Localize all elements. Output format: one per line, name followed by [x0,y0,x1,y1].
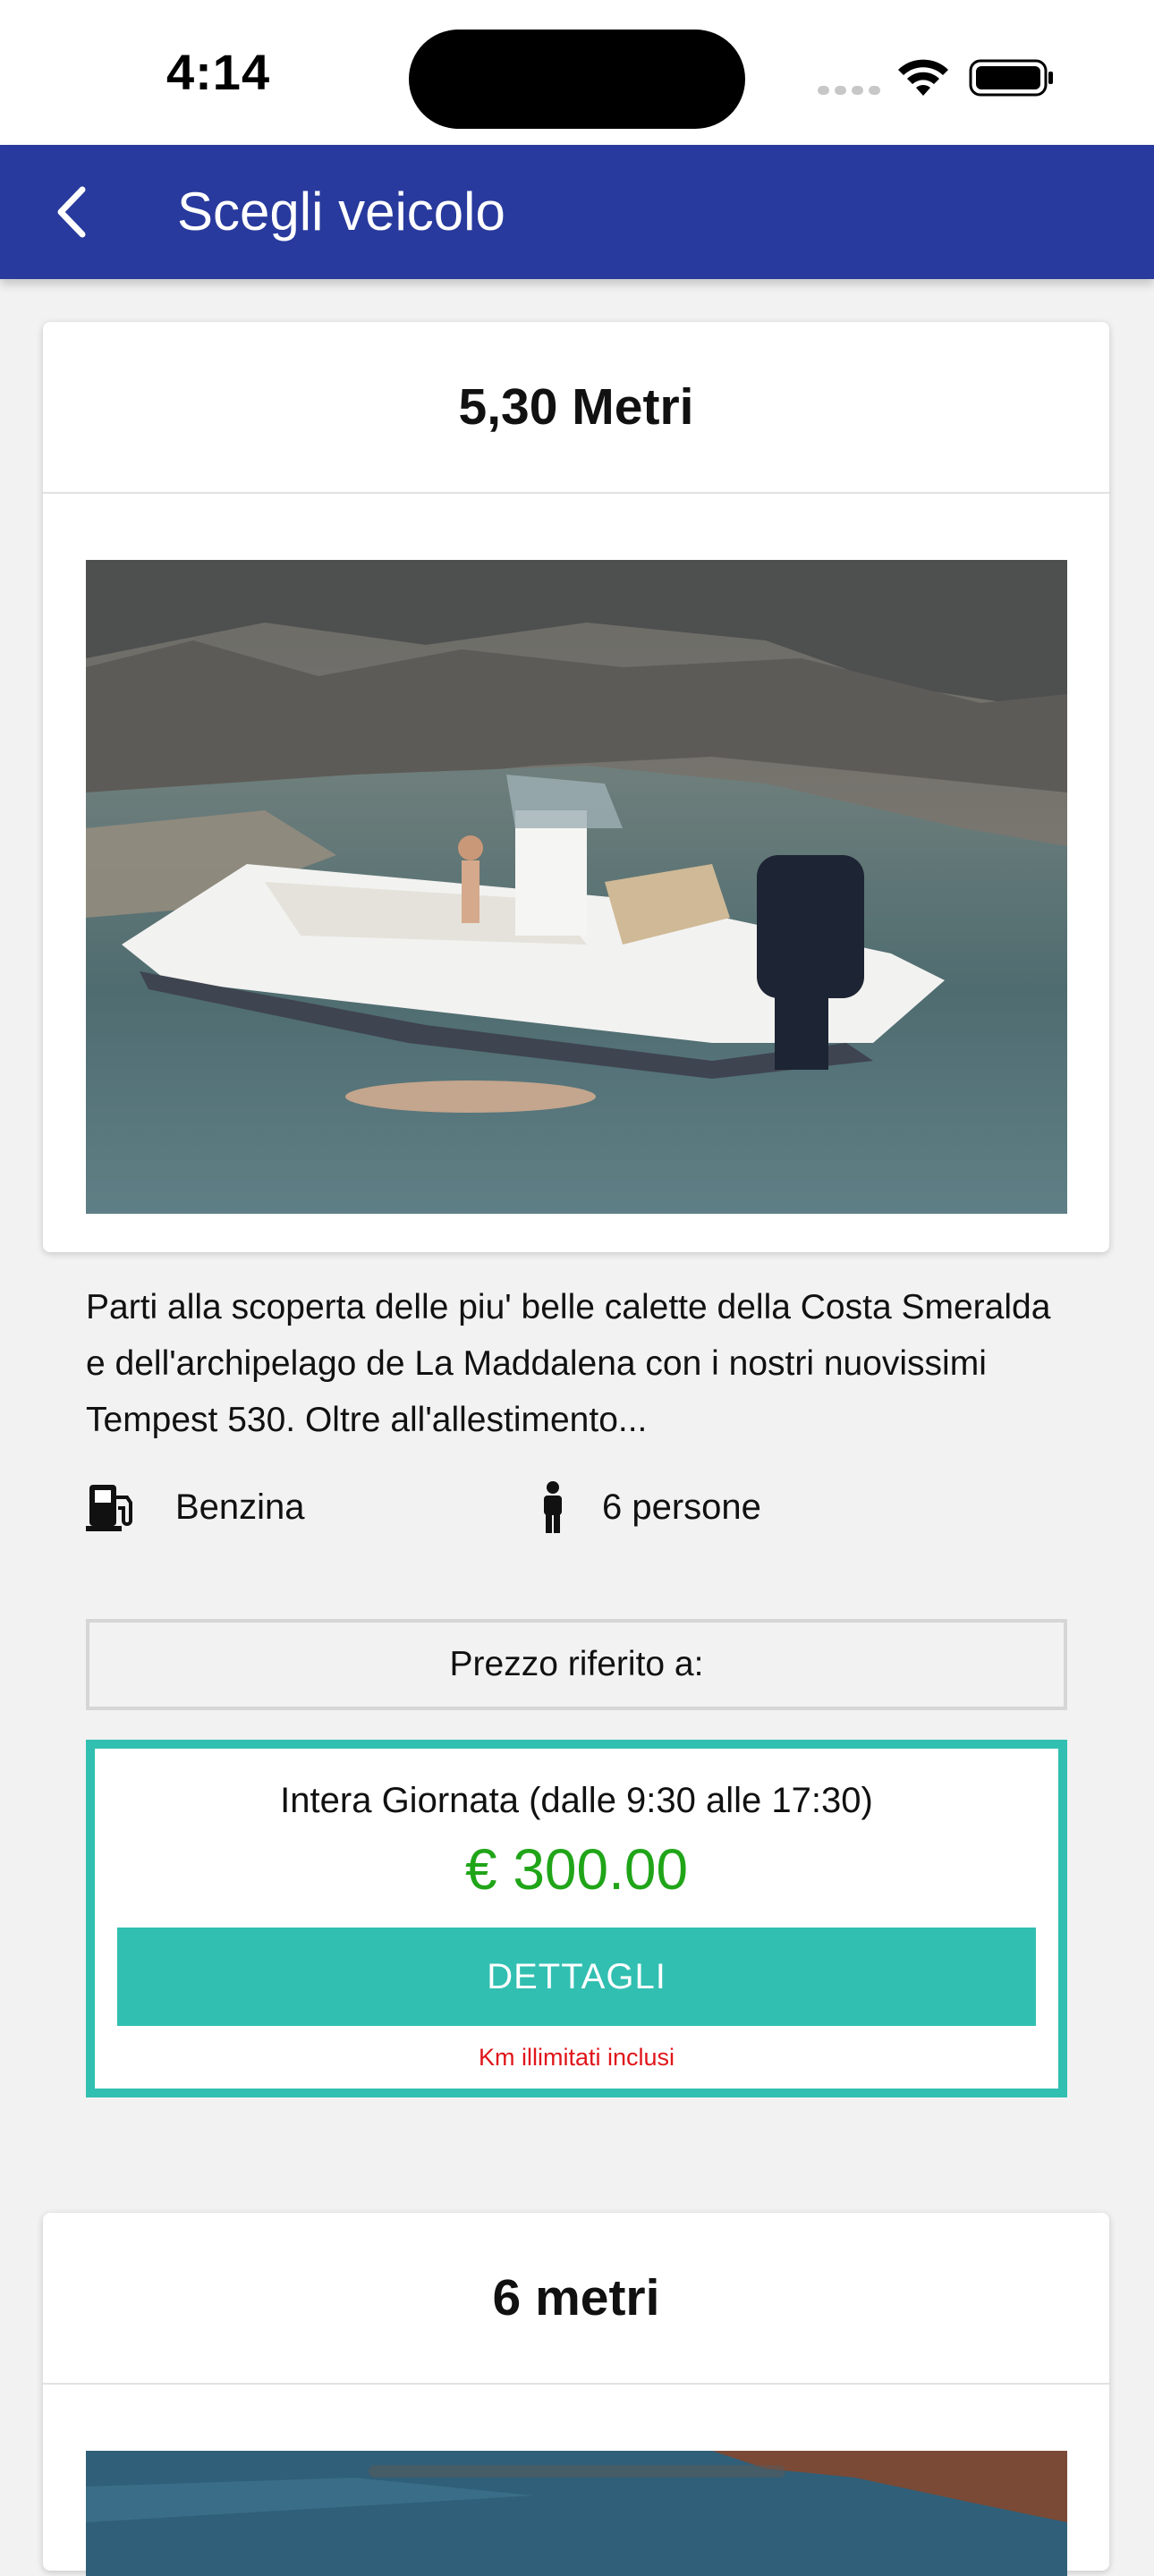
vehicle-photo [86,560,1067,1214]
fuel-pump-icon [86,1485,132,1531]
price-period: Intera Giornata (dalle 9:30 alle 17:30) [280,1781,873,1820]
vehicle-card[interactable]: 6 metri [43,2213,1109,2576]
battery-icon [969,59,1053,97]
person-icon [544,1481,562,1533]
vehicle-title: 5,30 Metri [43,322,1109,494]
vehicle-description: Parti alla scoperta delle piu' belle cal… [86,1288,1051,1439]
fuel-label: Benzina [175,1487,305,1527]
status-bar: 4:14 [0,0,1154,145]
capacity: 6 persone [539,1478,761,1537]
back-button[interactable] [41,177,111,247]
dynamic-island [409,30,745,129]
cellular-signal-icon [818,86,880,97]
fuel-type: Benzina [86,1478,305,1537]
app-bar: Scegli veicolo [0,145,1154,279]
details-button[interactable]: DETTAGLI [117,1928,1036,2026]
km-note: Km illimitati inclusi [478,2044,675,2071]
page-title: Scegli veicolo [177,182,505,242]
vehicle-title: 6 metri [43,2213,1109,2385]
price-reference-label: Prezzo riferito a: [86,1619,1067,1710]
home-indicator [369,2465,785,2478]
capacity-label: 6 persone [602,1487,761,1527]
wifi-icon [898,59,948,96]
vehicle-card[interactable]: 5,30 Metri Parti alla scoperta delle piu… [43,322,1109,2097]
status-time: 4:14 [166,44,271,100]
price-amount: € 300.00 [464,1837,689,1902]
price-option[interactable]: Intera Giornata (dalle 9:30 alle 17:30) … [86,1740,1067,2097]
chevron-left-icon [57,186,86,238]
